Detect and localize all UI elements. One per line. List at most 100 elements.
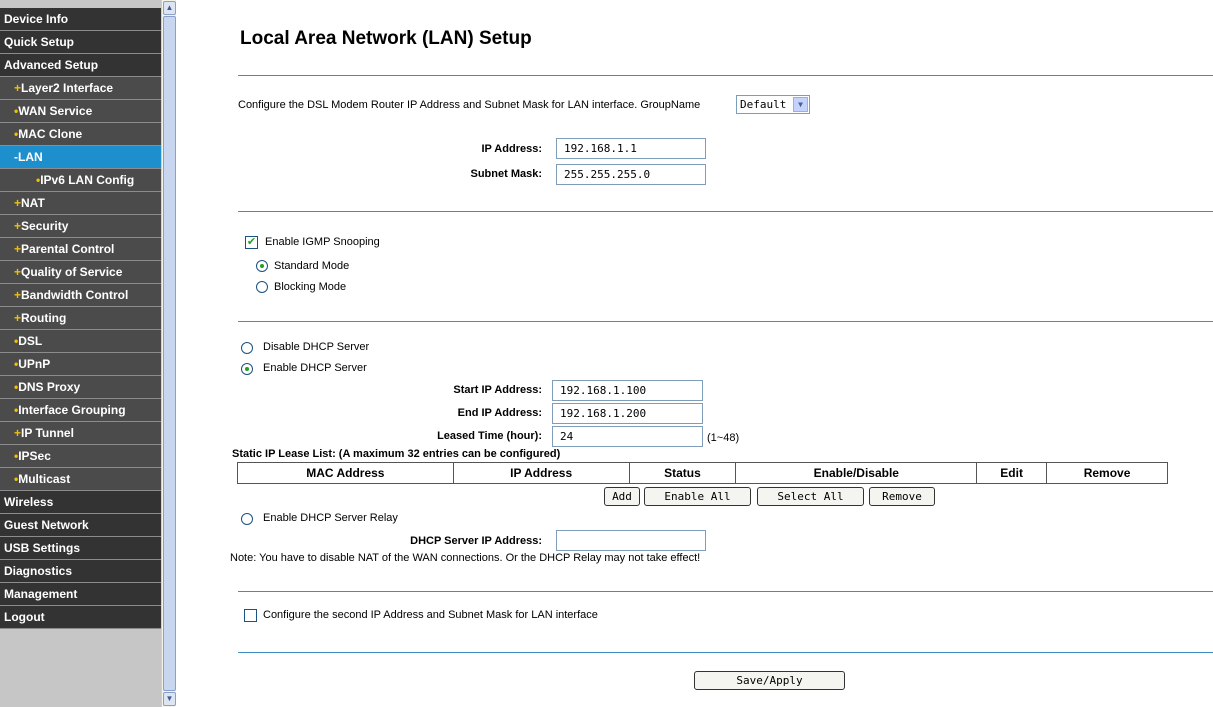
end-ip-label: End IP Address: — [457, 407, 542, 419]
sidebar-item-label: Bandwidth Control — [21, 288, 129, 302]
start-ip-input[interactable]: 192.168.1.100 — [552, 380, 703, 401]
sidebar-item-label: DSL — [18, 334, 43, 348]
add-button[interactable]: Add — [604, 487, 640, 506]
sidebar-item-advanced-setup[interactable]: Advanced Setup — [0, 54, 161, 77]
sidebar-item-guest-network[interactable]: Guest Network — [0, 514, 161, 537]
save-apply-button[interactable]: Save/Apply — [694, 671, 845, 690]
sidebar-item-mac-clone[interactable]: •MAC Clone — [0, 123, 161, 146]
divider — [238, 211, 1213, 212]
page-title: Local Area Network (LAN) Setup — [240, 28, 532, 49]
sidebar-item-label: Routing — [21, 311, 67, 325]
chevron-down-icon[interactable]: ▼ — [793, 97, 808, 112]
static-lease-table: MAC Address IP Address Status Enable/Dis… — [237, 462, 1168, 484]
disable-dhcp-radio[interactable] — [241, 342, 253, 354]
sidebar-item-routing[interactable]: +Routing — [0, 307, 161, 330]
sidebar-item-multicast[interactable]: •Multicast — [0, 468, 161, 491]
divider — [238, 591, 1213, 592]
sidebar-bullet-icon: + — [14, 426, 22, 440]
dhcp-relay-label: Enable DHCP Server Relay — [263, 512, 398, 524]
blocking-mode-radio[interactable] — [256, 281, 268, 293]
sidebar-item-label: Interface Grouping — [18, 403, 126, 417]
sidebar-item-ipsec[interactable]: •IPSec — [0, 445, 161, 468]
sidebar-item-label: IPv6 LAN Config — [40, 173, 135, 187]
sidebar-item-label: UPnP — [18, 357, 51, 371]
sidebar-item-label: Logout — [4, 610, 45, 624]
sidebar-item-lan[interactable]: -LAN — [0, 146, 161, 169]
enable-dhcp-radio[interactable] — [241, 363, 253, 375]
dhcp-server-ip-input[interactable] — [556, 530, 706, 551]
sidebar-bullet-icon: + — [14, 288, 22, 302]
sidebar-menu: Device Info Quick Setup Advanced Setup +Lay… — [0, 8, 161, 629]
sidebar-item-nat[interactable]: +NAT — [0, 192, 161, 215]
sidebar-item-diagnostics[interactable]: Diagnostics — [0, 560, 161, 583]
sidebar-item-bandwidth-control[interactable]: +Bandwidth Control — [0, 284, 161, 307]
sidebar-item-device-info[interactable]: Device Info — [0, 8, 161, 31]
sidebar-item-quality-of-service[interactable]: +Quality of Service — [0, 261, 161, 284]
dhcp-relay-radio[interactable] — [241, 513, 253, 525]
sidebar-item-parental-control[interactable]: +Parental Control — [0, 238, 161, 261]
sidebar-item-ip-tunnel[interactable]: +IP Tunnel — [0, 422, 161, 445]
sidebar-item-usb-settings[interactable]: USB Settings — [0, 537, 161, 560]
ip-address-input[interactable]: 192.168.1.1 — [556, 138, 706, 159]
subnet-mask-input[interactable]: 255.255.255.0 — [556, 164, 706, 185]
sidebar-item-wan-service[interactable]: •WAN Service — [0, 100, 161, 123]
sidebar-item-label: WAN Service — [18, 104, 93, 118]
sidebar-bullet-icon: + — [14, 311, 22, 325]
sidebar-scrollbar[interactable]: ▲ ▼ — [161, 0, 176, 707]
divider — [238, 75, 1213, 76]
sidebar-item-wireless[interactable]: Wireless — [0, 491, 161, 514]
select-all-button[interactable]: Select All — [757, 487, 864, 506]
static-lease-title: Static IP Lease List: (A maximum 32 entr… — [232, 448, 561, 460]
sidebar-item-label: Quick Setup — [4, 35, 75, 49]
sidebar-item-management[interactable]: Management — [0, 583, 161, 606]
scrollbar-thumb[interactable] — [163, 16, 176, 691]
end-ip-input[interactable]: 192.168.1.200 — [552, 403, 703, 424]
remove-button[interactable]: Remove — [869, 487, 935, 506]
sidebar-item-label: Parental Control — [21, 242, 115, 256]
intro-text: Configure the DSL Modem Router IP Addres… — [238, 99, 701, 111]
ip-address-label: IP Address: — [481, 143, 542, 155]
column-enable-disable: Enable/Disable — [735, 462, 978, 484]
groupname-select[interactable]: Default ▼ — [736, 95, 810, 114]
scroll-up-arrow-icon[interactable]: ▲ — [163, 1, 176, 15]
sidebar-item-security[interactable]: +Security — [0, 215, 161, 238]
standard-mode-radio[interactable] — [256, 260, 268, 272]
sidebar-bullet-icon: + — [14, 242, 22, 256]
subnet-mask-label: Subnet Mask: — [470, 168, 542, 180]
leased-time-hint: (1~48) — [707, 432, 740, 444]
sidebar-item-label: Quality of Service — [21, 265, 123, 279]
sidebar-item-upnp[interactable]: •UPnP — [0, 353, 161, 376]
sidebar-item-label: Management — [4, 587, 78, 601]
second-ip-checkbox[interactable] — [244, 609, 257, 622]
sidebar-item-label: IPSec — [18, 449, 51, 463]
sidebar-item-label: IP Tunnel — [21, 426, 74, 440]
sidebar-item-label: NAT — [21, 196, 45, 210]
sidebar-item-label: Layer2 Interface — [21, 81, 114, 95]
sidebar-item-dsl[interactable]: •DSL — [0, 330, 161, 353]
sidebar: Device Info Quick Setup Advanced Setup +Lay… — [0, 0, 161, 707]
standard-mode-label: Standard Mode — [274, 260, 350, 272]
sidebar-item-dns-proxy[interactable]: •DNS Proxy — [0, 376, 161, 399]
blocking-mode-label: Blocking Mode — [274, 281, 347, 293]
sidebar-item-logout[interactable]: Logout — [0, 606, 161, 629]
column-remove: Remove — [1046, 462, 1168, 484]
table-header-row: MAC Address IP Address Status Enable/Dis… — [237, 462, 1168, 484]
enable-dhcp-label: Enable DHCP Server — [263, 362, 367, 374]
leased-time-input[interactable]: 24 — [552, 426, 703, 447]
igmp-snooping-checkbox[interactable]: ✔ — [245, 236, 258, 249]
sidebar-item-layer2-interface[interactable]: +Layer2 Interface — [0, 77, 161, 100]
sidebar-item-label: DNS Proxy — [18, 380, 81, 394]
sidebar-item-quick-setup[interactable]: Quick Setup — [0, 31, 161, 54]
sidebar-item-label: Device Info — [4, 12, 69, 26]
sidebar-item-label: MAC Clone — [18, 127, 83, 141]
scroll-down-arrow-icon[interactable]: ▼ — [163, 692, 176, 706]
sidebar-item-label: Wireless — [4, 495, 54, 509]
column-ip-address: IP Address — [452, 462, 630, 484]
sidebar-item-ipv6-lan-config[interactable]: •IPv6 LAN Config — [0, 169, 161, 192]
sidebar-item-label: LAN — [18, 150, 43, 164]
sidebar-item-interface-grouping[interactable]: •Interface Grouping — [0, 399, 161, 422]
enable-all-button[interactable]: Enable All — [644, 487, 751, 506]
sidebar-item-label: Multicast — [18, 472, 71, 486]
sidebar-item-label: Advanced Setup — [4, 58, 99, 72]
groupname-value: Default — [740, 98, 787, 111]
